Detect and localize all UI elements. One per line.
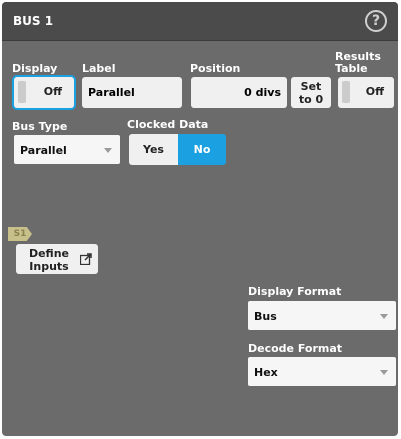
position-input-value: 0 divs	[244, 86, 281, 99]
chevron-down-icon	[380, 314, 388, 319]
set-to-zero-button[interactable]: Set to 0	[291, 77, 331, 108]
decode-format-dropdown[interactable]: Hex	[248, 357, 396, 386]
position-input[interactable]: 0 divs	[191, 77, 287, 108]
set-to-zero-line2: to 0	[298, 93, 324, 106]
toggle-knob	[18, 81, 26, 103]
chevron-down-icon	[380, 370, 388, 375]
display-format-label: Display Format	[248, 285, 342, 298]
clocked-data-label: Clocked Data	[127, 118, 209, 131]
set-to-zero-line1: Set	[300, 80, 322, 93]
s1-marker: S1	[8, 227, 32, 241]
panel-title: BUS 1	[13, 14, 54, 28]
title-bar: BUS 1 ?	[2, 2, 398, 41]
results-table-toggle[interactable]: Off	[338, 77, 394, 108]
display-format-value: Bus	[254, 310, 277, 323]
define-inputs-line1: Define	[28, 247, 70, 260]
bus-type-value: Parallel	[20, 144, 67, 157]
label-input-value: Parallel	[88, 86, 135, 99]
display-toggle-value: Off	[43, 85, 62, 98]
bus-config-panel: BUS 1 ? Display Off Label Parallel Posit…	[2, 2, 398, 436]
chevron-down-icon	[104, 148, 112, 153]
decode-format-label: Decode Format	[248, 342, 343, 355]
bus-type-label: Bus Type	[12, 120, 68, 133]
display-toggle[interactable]: Off	[14, 77, 74, 108]
external-link-icon	[80, 253, 92, 265]
clocked-data-yes[interactable]: Yes	[129, 134, 178, 165]
display-label: Display	[12, 62, 58, 75]
display-format-dropdown[interactable]: Bus	[248, 301, 396, 330]
results-table-toggle-value: Off	[365, 85, 384, 98]
define-inputs-line2: Inputs	[29, 260, 69, 273]
decode-format-value: Hex	[254, 366, 278, 379]
clocked-data-no[interactable]: No	[178, 134, 226, 165]
toggle-knob	[342, 81, 350, 103]
label-label: Label	[82, 62, 116, 75]
label-input[interactable]: Parallel	[82, 77, 182, 108]
bus-type-dropdown[interactable]: Parallel	[14, 135, 120, 164]
position-label: Position	[190, 62, 241, 75]
help-icon[interactable]: ?	[365, 10, 387, 32]
results-table-label-line2: Table	[335, 62, 368, 75]
define-inputs-button[interactable]: Define Inputs	[16, 244, 98, 274]
